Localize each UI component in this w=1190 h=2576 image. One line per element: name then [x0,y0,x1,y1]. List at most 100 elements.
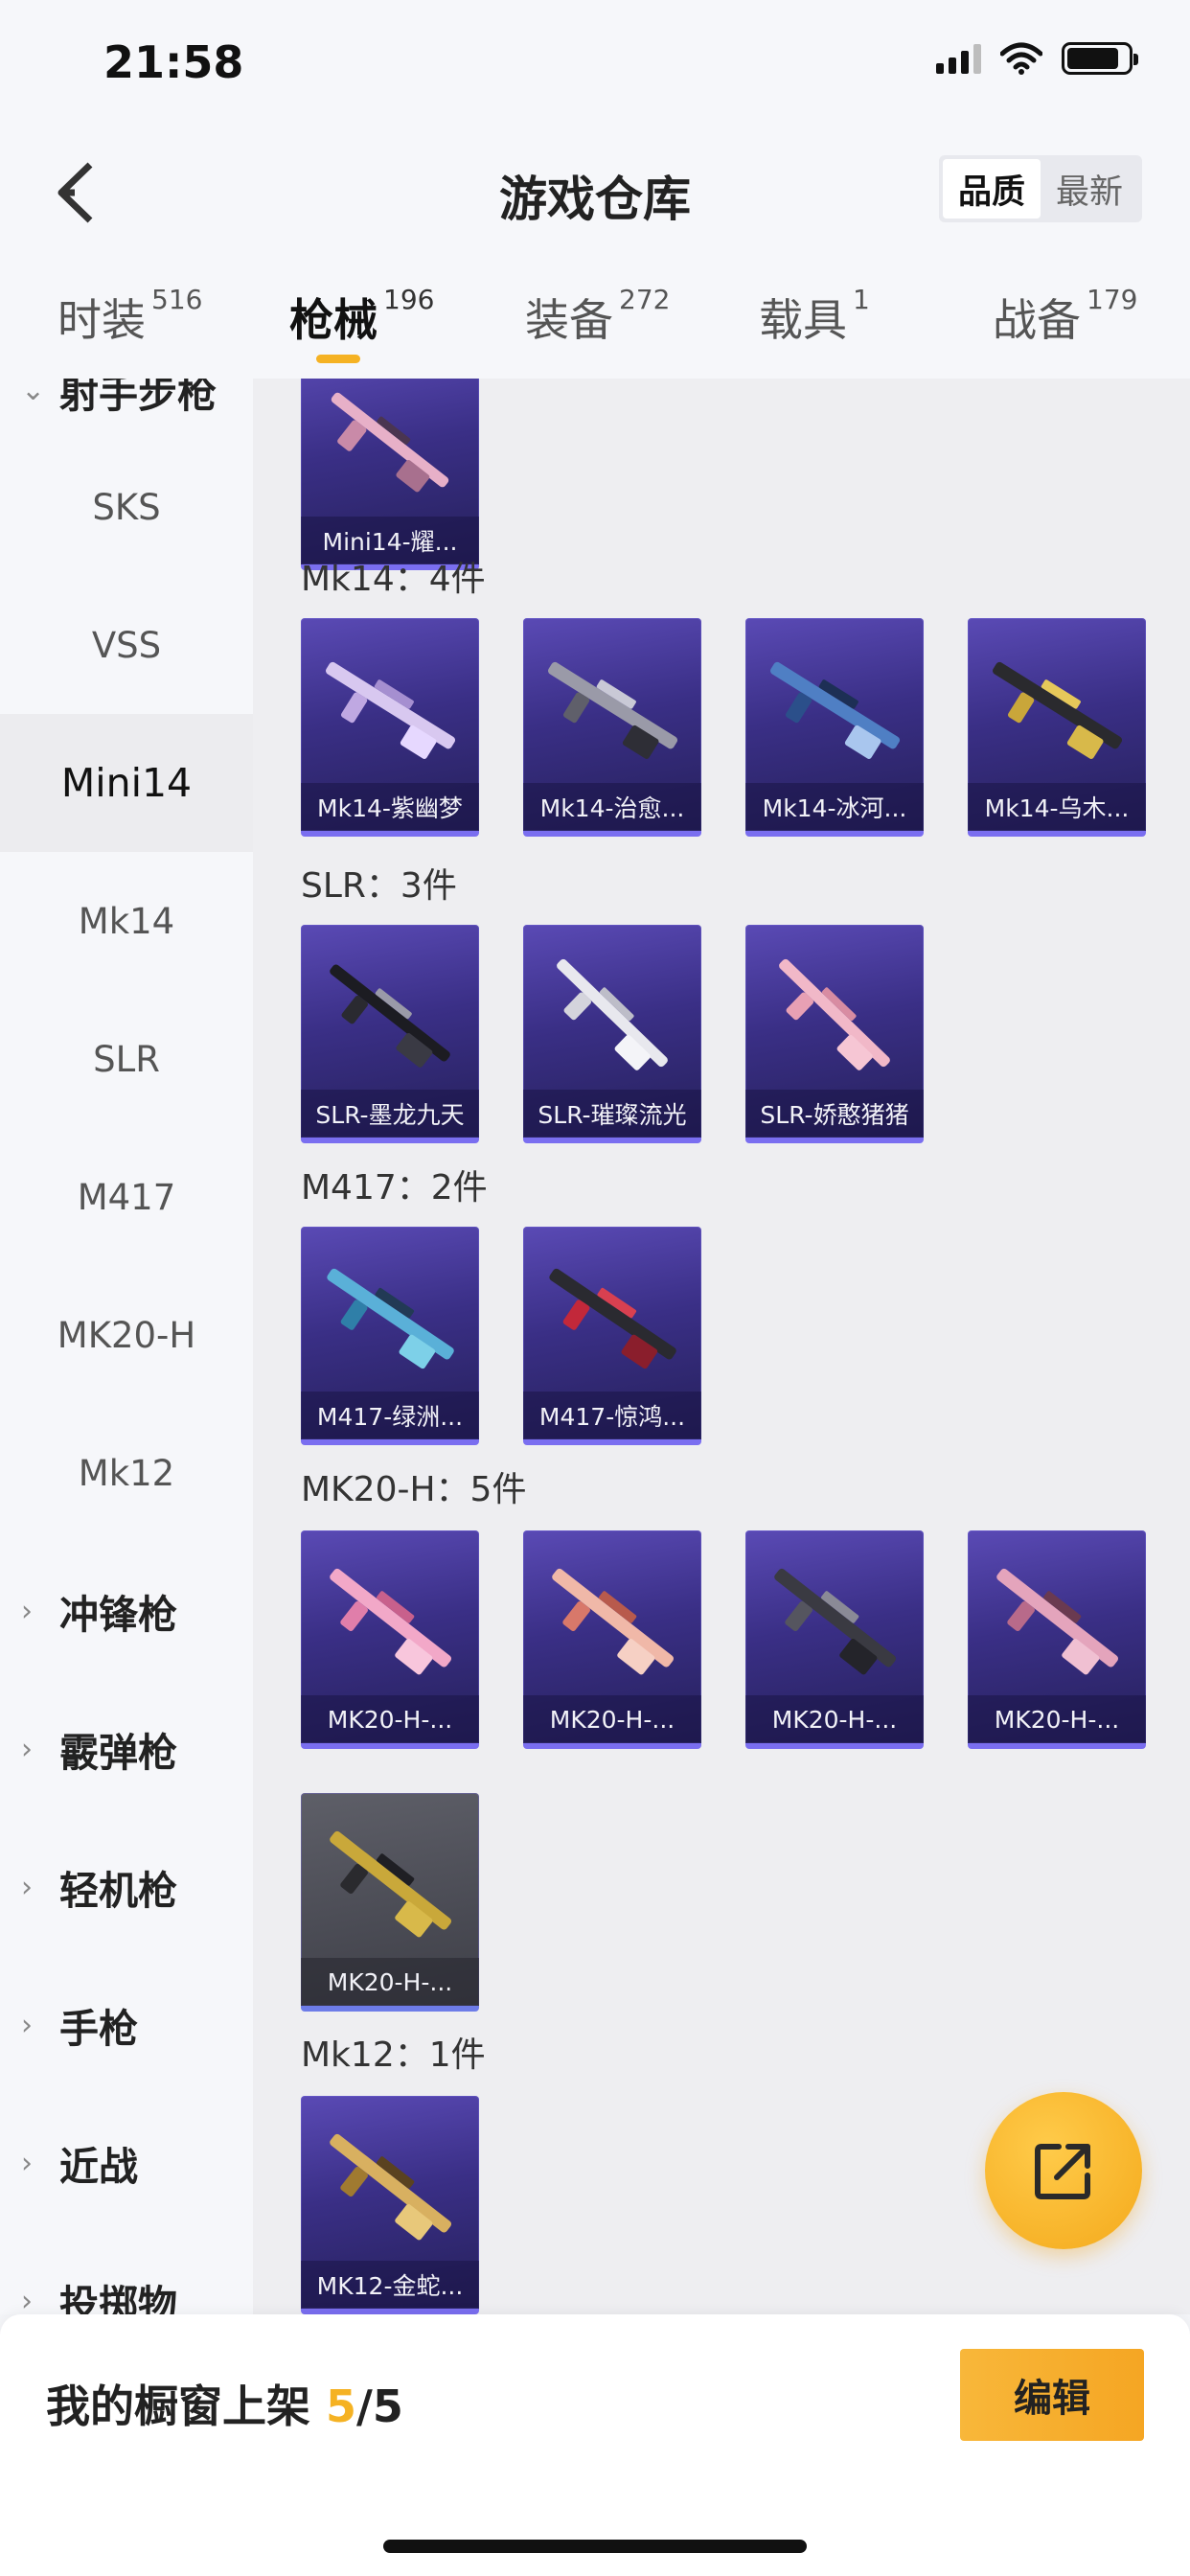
item-card[interactable]: MK20-H-... [301,1793,479,2012]
battery-icon [1062,42,1138,75]
share-external-icon [1035,2144,1090,2199]
shelf-total-count: /5 [356,2380,403,2432]
rifle-skin-image [330,1568,451,1675]
chevron-right-icon: › [21,1870,33,1904]
sidebar-item-mini14[interactable]: Mini14 [0,714,253,852]
item-name: SLR-墨龙九天 [301,1090,479,1138]
rifle-skin-image [330,2133,451,2241]
tab-count: 272 [619,284,671,315]
home-indicator[interactable] [383,2540,807,2553]
chevron-down-icon: ⌄ [21,379,46,407]
sidebar: ⌄ 射手步枪 SKS VSS Mini14 Mk14 SLR M417 MK20-… [0,379,253,2314]
sidebar-category-throwable[interactable]: › 投掷物 [0,2232,253,2314]
item-card[interactable]: SLR-璀璨流光 [523,925,701,1143]
item-card[interactable]: MK12-金蛇... [301,2096,479,2314]
item-card[interactable]: MK20-H-... [523,1530,701,1749]
cellular-signal-icon [936,43,981,74]
item-name: M417-绿洲... [301,1392,479,1439]
item-name: MK20-H-... [523,1695,701,1743]
item-name: MK12-金蛇... [301,2261,479,2309]
tab-count: 179 [1087,284,1138,315]
tab-count: 1 [853,284,870,315]
rifle-skin-image [327,1268,454,1369]
sidebar-item-slr[interactable]: SLR [0,990,253,1128]
item-name: MK20-H-... [301,1695,479,1743]
rifle-skin-image [548,661,678,759]
tab-fashion[interactable]: 时装 516 [57,284,202,349]
item-name: SLR-璀璨流光 [523,1090,701,1138]
sort-newest-button[interactable]: 最新 [1041,159,1138,218]
sidebar-item-mk12[interactable]: Mk12 [0,1404,253,1542]
sort-toggle: 品质 最新 [939,155,1142,222]
tab-label: 战备 [993,294,1081,346]
rifle-skin-image [330,964,450,1068]
sidebar-category-shotgun[interactable]: › 霰弹枪 [0,1680,253,1818]
bottom-bar: 我的橱窗上架 5/5 编辑 [0,2314,1190,2576]
chevron-right-icon: › [21,2008,33,2042]
item-card[interactable]: Mini14-耀... [301,379,479,570]
item-name: MK20-H-... [301,1958,479,2006]
share-button[interactable] [985,2092,1142,2249]
shelf-label: 我的橱窗上架 [46,2380,327,2432]
sidebar-category-pistol[interactable]: › 手枪 [0,1956,253,2094]
sidebar-item-sks[interactable]: SKS [0,438,253,576]
shelf-used-count: 5 [326,2380,357,2432]
item-card[interactable]: MK20-H-... [301,1530,479,1749]
item-name: Mk14-冰河... [745,783,924,831]
group-title-mk14: Mk14：4件 [301,560,486,599]
rifle-skin-image [549,1268,676,1369]
sidebar-category-label: 冲锋枪 [59,1592,177,1638]
sidebar-item-vss[interactable]: VSS [0,576,253,714]
rifle-skin-image [996,1568,1118,1675]
tab-supplies[interactable]: 战备 179 [993,284,1138,349]
edit-button[interactable]: 编辑 [960,2349,1144,2441]
item-card[interactable]: Mk14-紫幽梦 [301,618,479,837]
item-card[interactable]: MK20-H-... [968,1530,1146,1749]
sidebar-category-lmg[interactable]: › 轻机枪 [0,1818,253,1956]
item-card[interactable]: SLR-墨龙九天 [301,925,479,1143]
tab-equipment[interactable]: 装备 272 [525,284,671,349]
tab-label: 时装 [57,294,146,346]
category-tabs: 时装 516 枪械 196 装备 272 载具 1 战备 179 [0,259,1190,379]
sidebar-item-mk20h[interactable]: MK20-H [0,1266,253,1404]
sidebar-item-mk14[interactable]: Mk14 [0,852,253,990]
group-title-slr: SLR：3件 [301,866,457,906]
item-card[interactable]: Mk14-治愈... [523,618,701,837]
item-card[interactable]: M417-惊鸿... [523,1227,701,1445]
sidebar-category-label: 手枪 [59,2006,138,2052]
tab-label: 载具 [759,294,847,346]
item-grid: Mini14-耀... Mk14：4件 Mk14-紫幽梦 Mk14-治愈... … [253,379,1190,2314]
item-name: Mk14-紫幽梦 [301,783,479,831]
group-title-mk12: Mk12：1件 [301,2036,486,2075]
tab-label: 枪械 [289,294,378,346]
rifle-skin-image [993,661,1123,759]
group-title-m417: M417：2件 [301,1168,488,1208]
item-card[interactable]: MK20-H-... [745,1530,924,1749]
sidebar-category-label: 近战 [59,2144,138,2190]
chevron-right-icon: › [21,1594,33,1628]
sidebar-item-m417[interactable]: M417 [0,1128,253,1266]
tab-vehicles[interactable]: 载具 1 [759,284,870,349]
sidebar-category-smg[interactable]: › 冲锋枪 [0,1542,253,1680]
header: 游戏仓库 品质 最新 [0,125,1190,259]
item-name: Mk14-乌木... [968,783,1146,831]
chevron-right-icon: › [21,1732,33,1766]
chevron-right-icon: › [21,2146,33,2180]
item-name: M417-惊鸿... [523,1392,701,1439]
item-name: Mk14-治愈... [523,783,701,831]
item-card[interactable]: Mk14-冰河... [745,618,924,837]
sidebar-category-melee[interactable]: › 近战 [0,2094,253,2232]
rifle-skin-image [331,392,449,493]
item-name: SLR-娇憨猪猪 [745,1090,924,1138]
tab-guns[interactable]: 枪械 196 [289,284,435,349]
group-title-mk20h: MK20-H：5件 [301,1470,527,1509]
sidebar-category-label: 投掷物 [59,2282,177,2314]
item-name: MK20-H-... [968,1695,1146,1743]
sidebar-category-label: 霰弹枪 [59,1730,177,1776]
sort-quality-button[interactable]: 品质 [943,159,1041,218]
item-card[interactable]: Mk14-乌木... [968,618,1146,837]
item-card[interactable]: M417-绿洲... [301,1227,479,1445]
rifle-skin-image [774,1568,896,1675]
item-card[interactable]: SLR-娇憨猪猪 [745,925,924,1143]
tab-count: 196 [383,284,435,315]
